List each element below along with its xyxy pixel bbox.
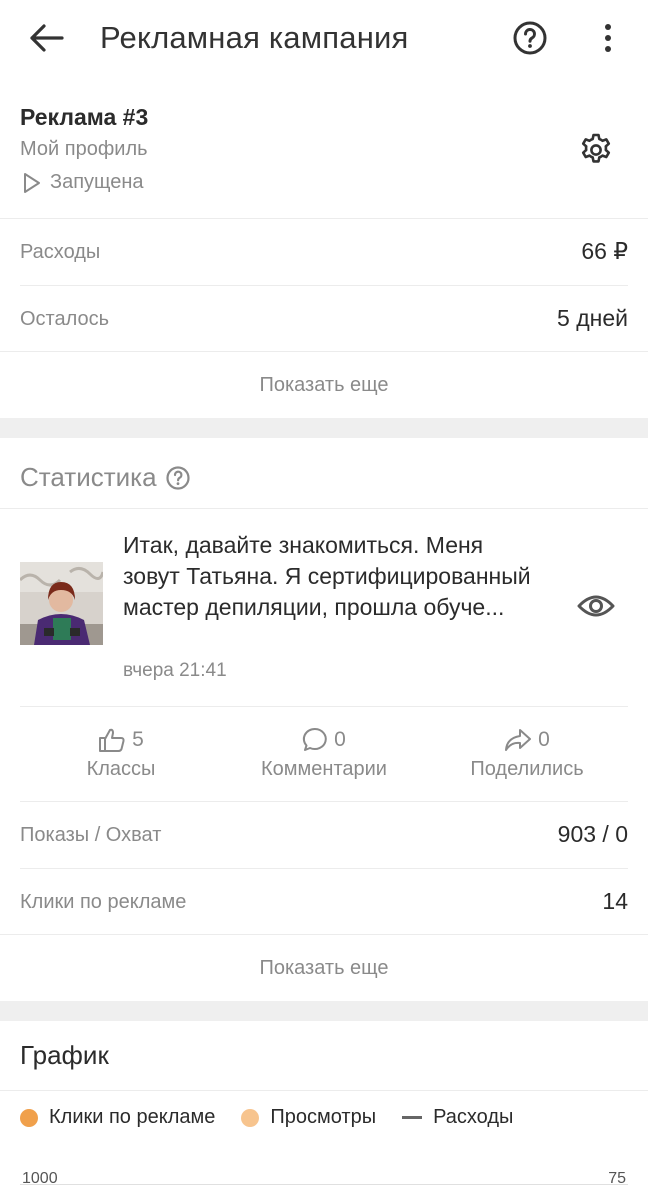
row-value: 5 дней [557, 305, 628, 331]
row-value: 903 / 0 [557, 821, 628, 847]
post-text: Итак, давайте знакомиться. Меня зовут Та… [123, 532, 531, 620]
help-circle-icon[interactable] [165, 465, 191, 491]
ad-target: Мой профиль [20, 138, 148, 160]
ad-settings-button[interactable] [574, 128, 618, 172]
summary-row-expenses: Расходы 66 ₽ [0, 219, 648, 285]
reactions-bar: 5 Классы 0 Комментарии 0 Поделились [0, 708, 648, 800]
more-options-button[interactable] [588, 16, 628, 60]
row-label: Клики по рекламе [20, 891, 187, 913]
reaction-likes-label: Классы [86, 758, 156, 780]
row-value: 66 ₽ [581, 238, 628, 264]
reaction-shares-label: Поделились [470, 758, 584, 780]
divider [20, 706, 628, 707]
more-vertical-icon [605, 24, 611, 52]
chart-title: График [20, 1040, 109, 1070]
legend-item-clicks[interactable]: Клики по рекламе [20, 1106, 215, 1129]
ad-name: Реклама #3 [20, 104, 149, 130]
legend-line [402, 1116, 423, 1119]
row-label: Осталось [20, 308, 110, 330]
app-bar: Рекламная кампания [0, 0, 648, 76]
chart-right-axis-label: 75 [608, 1170, 626, 1187]
eye-icon [577, 595, 615, 617]
legend-item-views[interactable]: Просмотры [241, 1106, 376, 1129]
row-label: Расходы [20, 241, 101, 263]
reaction-likes[interactable]: 5 Классы [21, 724, 221, 781]
reaction-likes-count: 5 [132, 728, 144, 751]
stats-row-clicks: Клики по рекламе 14 [0, 869, 648, 935]
row-value: 14 [602, 888, 628, 914]
chart-left-axis-label: 1000 [22, 1170, 58, 1187]
section-gap [0, 418, 648, 438]
help-button[interactable] [508, 16, 552, 60]
reaction-comments-label: Комментарии [261, 758, 387, 780]
statistics-title: Статистика [20, 462, 191, 493]
show-more-stats-button[interactable]: Показать еще [0, 935, 648, 1001]
reaction-shares[interactable]: 0 Поделились [427, 724, 627, 781]
legend-label: Клики по рекламе [49, 1106, 216, 1128]
arrow-left-icon [30, 24, 64, 52]
divider [0, 508, 648, 509]
play-outline-icon [24, 172, 40, 193]
legend-dot [241, 1108, 260, 1127]
reaction-shares-count: 0 [538, 728, 550, 751]
ad-header: Реклама #3 Мой профиль Запущена [0, 96, 648, 218]
section-gap [0, 1001, 648, 1021]
chart-gridline [20, 1184, 628, 1185]
post-time: вчера 21:41 [123, 660, 227, 681]
divider [0, 1090, 648, 1091]
statistics-title-label: Статистика [20, 462, 157, 492]
legend-item-expenses[interactable]: Расходы [402, 1106, 513, 1129]
legend-dot [20, 1108, 38, 1127]
legend-label: Расходы [433, 1106, 514, 1128]
post-thumbnail [20, 562, 103, 645]
thumbs-up-icon [99, 728, 125, 752]
summary-row-remaining: Осталось 5 дней [0, 286, 648, 352]
chart-legend: Клики по рекламе Просмотры Расходы [20, 1106, 539, 1129]
row-label: Показы / Охват [20, 824, 162, 846]
ad-status-label: Запущена [50, 171, 144, 193]
stats-row-impressions: Показы / Охват 903 / 0 [0, 802, 648, 868]
show-more-summary-button[interactable]: Показать еще [0, 352, 648, 418]
page-title: Рекламная кампания [100, 20, 409, 55]
gear-icon [581, 133, 611, 163]
post-card[interactable]: Итак, давайте знакомиться. Меня зовут Та… [0, 510, 648, 706]
view-post-button[interactable] [572, 586, 620, 626]
back-button[interactable] [22, 18, 70, 58]
help-circle-icon [513, 21, 547, 55]
legend-label: Просмотры [270, 1106, 377, 1128]
reaction-comments[interactable]: 0 Комментарии [224, 724, 424, 781]
comment-icon [303, 727, 327, 751]
ad-status: Запущена [22, 171, 144, 194]
share-arrow-icon [505, 729, 532, 751]
reaction-comments-count: 0 [334, 728, 346, 751]
